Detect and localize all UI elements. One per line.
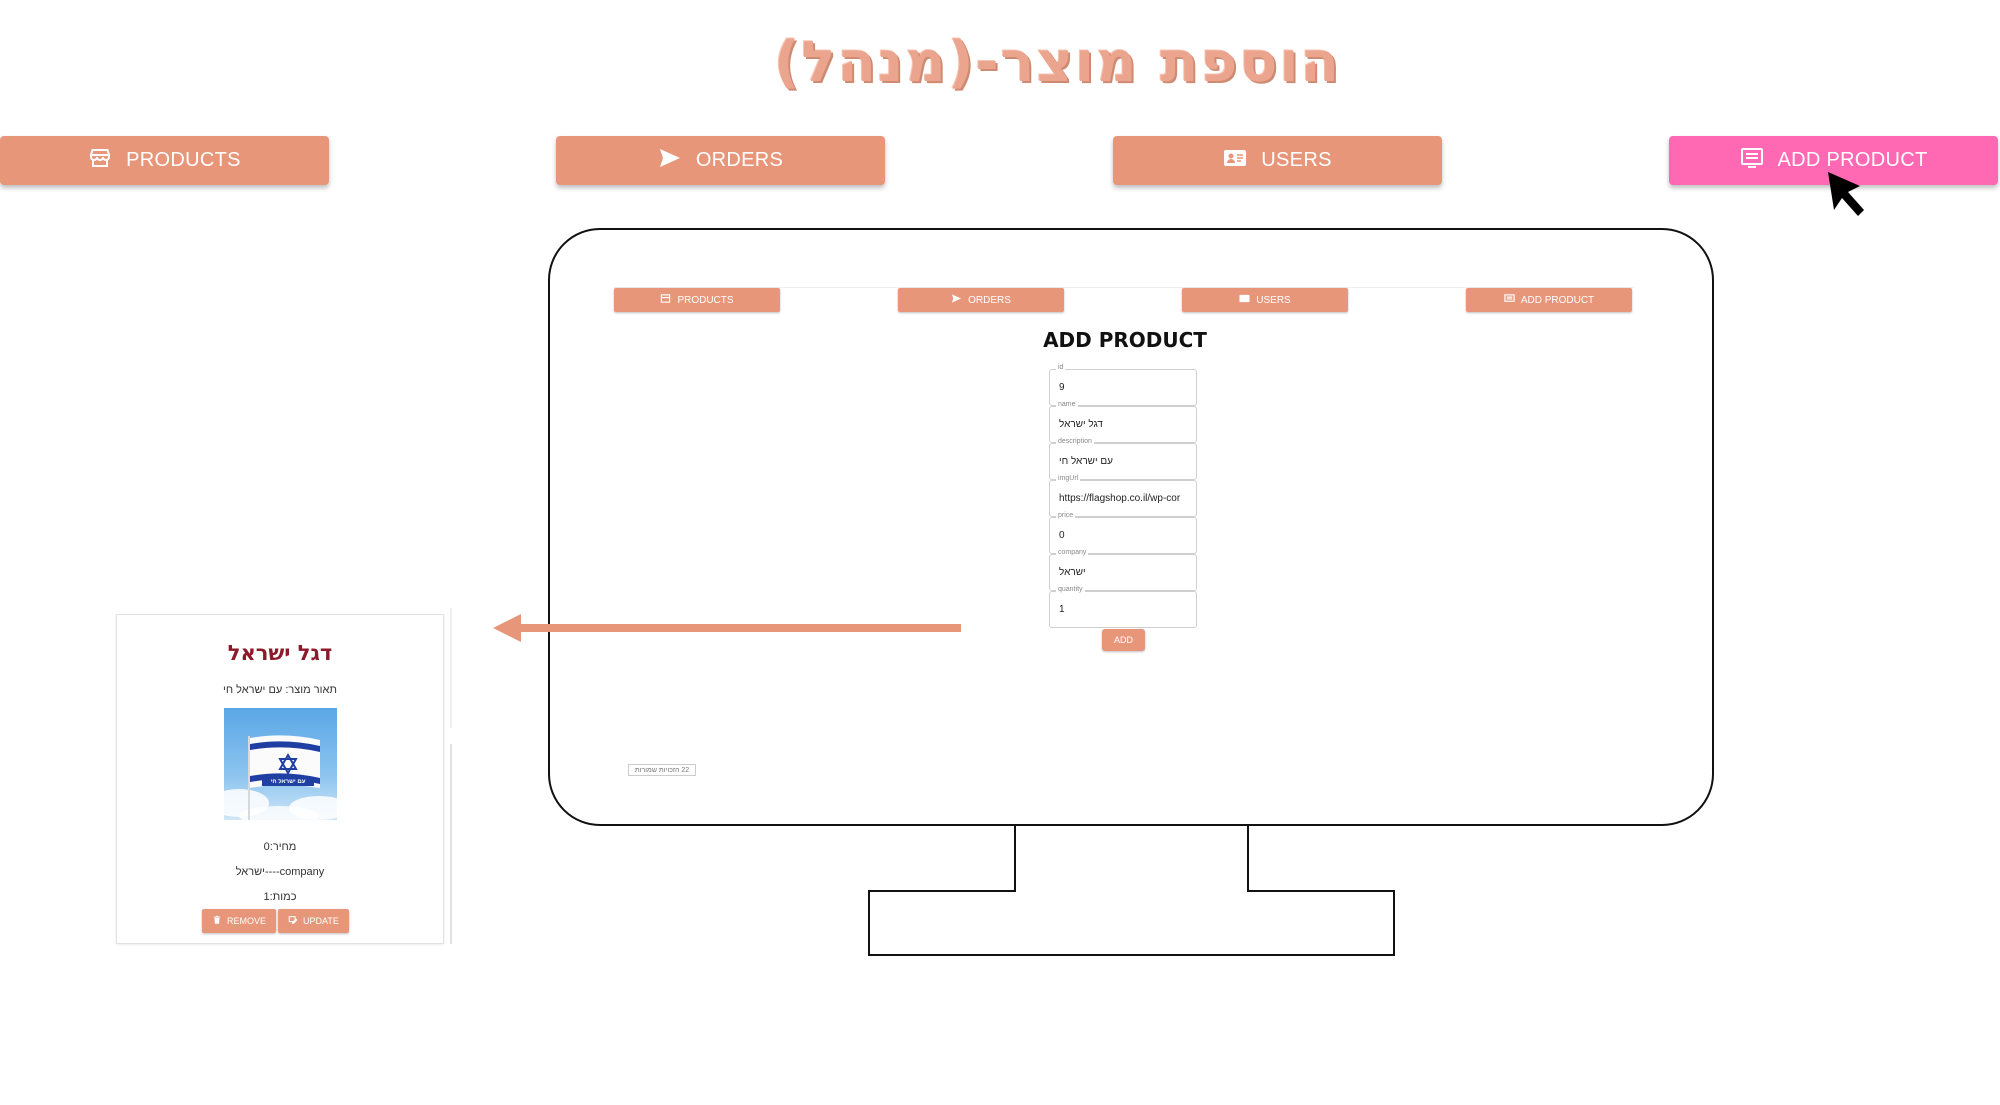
- add-list-icon: [1740, 146, 1764, 176]
- screen-nav-orders-label: ORDERS: [968, 294, 1011, 306]
- arrow-shaft: [520, 624, 961, 632]
- price-field-value: 0: [1059, 530, 1065, 541]
- quantity-field-value: 1: [1059, 604, 1065, 615]
- screen-nav-users-button[interactable]: USERS: [1182, 288, 1348, 312]
- quantity-field[interactable]: quantity 1: [1049, 586, 1197, 628]
- company-field-value: ישראל: [1059, 567, 1086, 578]
- form-title: ADD PRODUCT: [1043, 328, 1207, 352]
- add-button[interactable]: ADD: [1102, 629, 1145, 651]
- name-field-label: name: [1056, 401, 1078, 408]
- add-list-icon: [1504, 293, 1515, 307]
- screen-nav-products-button[interactable]: PRODUCTS: [614, 288, 780, 312]
- product-price: מחיר:0: [263, 841, 297, 853]
- send-icon: [951, 293, 962, 307]
- screen-nav-add-product-button[interactable]: ADD PRODUCT: [1466, 288, 1632, 312]
- send-icon: [658, 146, 682, 176]
- screen-nav-orders-button[interactable]: ORDERS: [898, 288, 1064, 312]
- monitor-base: [868, 890, 1395, 956]
- trash-icon: [212, 915, 222, 927]
- monitor-neck-right: [1247, 826, 1249, 892]
- product-description: תאור מוצר: עם ישראל חי: [222, 684, 338, 696]
- contact-card-icon: [1223, 146, 1247, 176]
- img-url-field-value: https://flagshop.co.il/wp-cor: [1059, 493, 1181, 504]
- screen-nav-add-product-label: ADD PRODUCT: [1520, 294, 1595, 306]
- product-quantity: כמות:1: [263, 891, 297, 903]
- product-card: דגל ישראל תאור מוצר: עם ישראל חי עם ישרא…: [116, 614, 444, 944]
- nav-users-label: USERS: [1261, 149, 1332, 171]
- nav-products-label: PRODUCTS: [126, 149, 241, 171]
- monitor-neck-left: [1014, 826, 1016, 892]
- id-field-label: id: [1056, 364, 1066, 371]
- id-field-value: 9: [1059, 382, 1065, 393]
- description-field-value: עם ישראל חי: [1059, 456, 1113, 467]
- price-field-label: price: [1056, 512, 1076, 519]
- remove-button-label: REMOVE: [227, 916, 267, 926]
- nav-add-product-label: ADD PRODUCT: [1777, 149, 1928, 171]
- description-field-label: description: [1056, 438, 1094, 445]
- product-image-caption: עם ישראל חי: [262, 779, 314, 786]
- name-field-value: דגל ישראל: [1059, 419, 1103, 430]
- nav-orders-label: ORDERS: [695, 149, 784, 171]
- update-button-label: UPDATE: [303, 916, 339, 926]
- screen-nav-products-label: PRODUCTS: [677, 294, 734, 306]
- copyright-footer: 22 הזכויות שמורות: [628, 764, 696, 776]
- update-button[interactable]: UPDATE: [278, 909, 349, 933]
- product-company: company----ישראל: [235, 866, 325, 878]
- nav-products-button[interactable]: PRODUCTS: [0, 136, 329, 185]
- store-icon: [660, 293, 671, 307]
- screen-nav-users-label: USERS: [1256, 294, 1291, 306]
- quantity-field-label: quantity: [1056, 586, 1085, 593]
- img-url-field-label: imgUrl: [1056, 475, 1081, 482]
- product-image: עם ישראל חי: [224, 708, 337, 820]
- store-icon: [88, 146, 112, 176]
- remove-button[interactable]: REMOVE: [202, 909, 277, 933]
- contact-card-icon: [1239, 293, 1250, 307]
- mouse-cursor-icon: [1828, 172, 1864, 216]
- edit-icon: [288, 915, 298, 927]
- card-scrollbar[interactable]: [450, 744, 452, 944]
- page-title: הוספת מוצר-(מנהל): [773, 30, 1342, 95]
- israel-flag-icon: [224, 735, 337, 820]
- company-field-label: company: [1056, 549, 1089, 556]
- nav-orders-button[interactable]: ORDERS: [556, 136, 885, 185]
- arrow-left-icon: [493, 614, 521, 642]
- nav-users-button[interactable]: USERS: [1113, 136, 1442, 185]
- product-name: דגל ישראל: [227, 641, 333, 665]
